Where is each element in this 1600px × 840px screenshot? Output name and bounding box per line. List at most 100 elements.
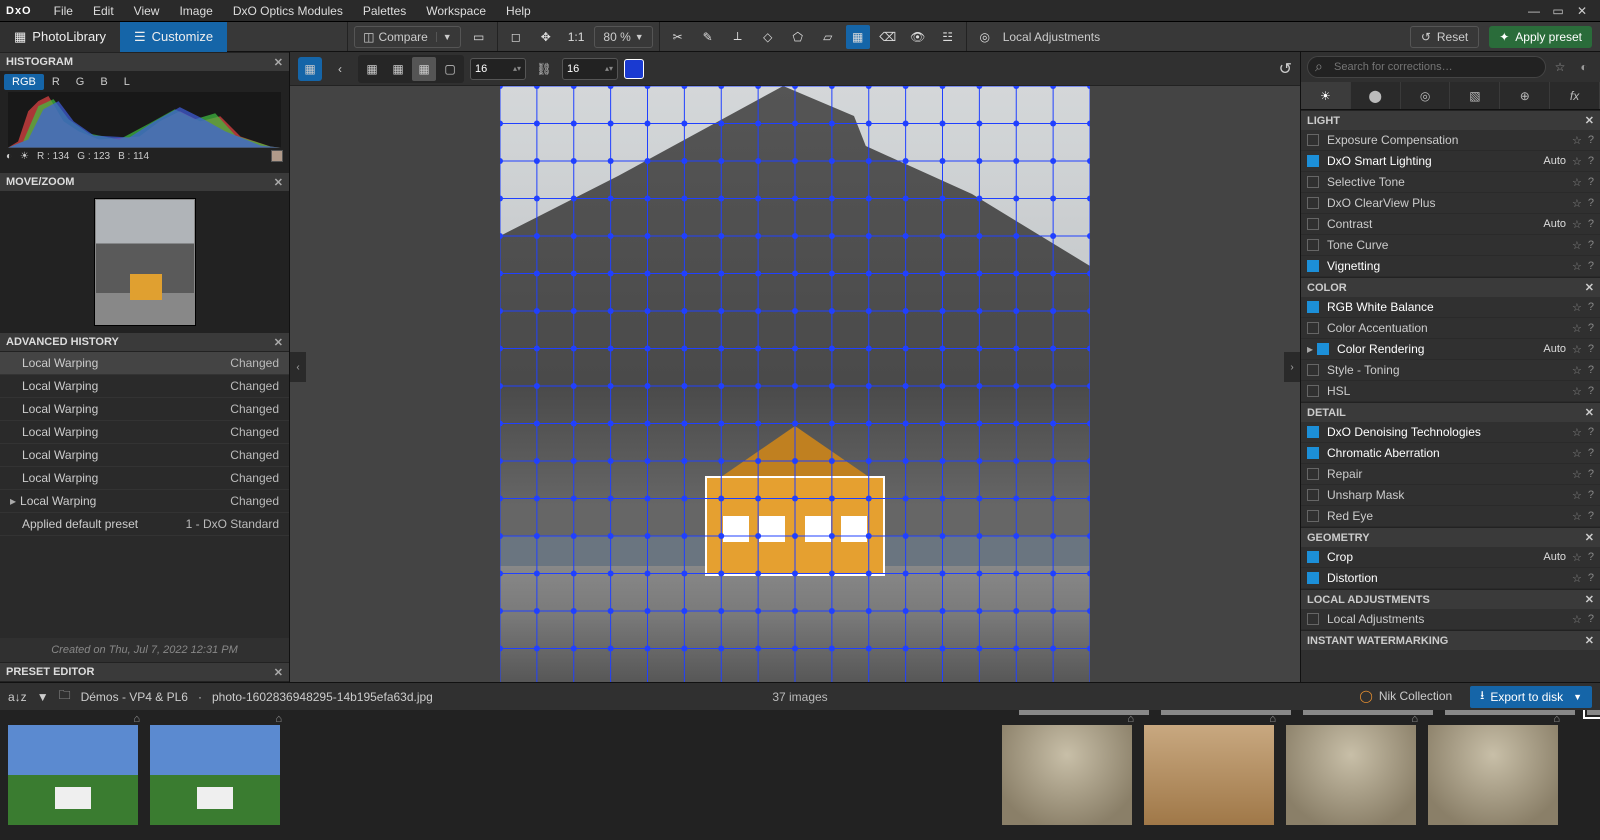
cat-color-icon[interactable]: ⬤ [1351, 82, 1401, 109]
help-icon[interactable]: ? [1588, 385, 1594, 397]
grid-2x2[interactable]: ▦ [360, 57, 384, 81]
active-filter-icon[interactable]: ◐ [1574, 60, 1594, 74]
enable-checkbox[interactable] [1307, 322, 1319, 334]
keystone-rect-tool[interactable]: ▱ [816, 25, 840, 49]
favorite-icon[interactable]: ☆ [1572, 468, 1582, 481]
section-header[interactable]: LOCAL ADJUSTMENTS✕ [1301, 589, 1600, 609]
correction-item[interactable]: Tone Curve☆? [1301, 235, 1600, 256]
menu-view[interactable]: View [124, 4, 170, 18]
enable-checkbox[interactable] [1307, 510, 1319, 522]
history-row[interactable]: Local WarpingChanged [0, 490, 289, 513]
close-icon[interactable]: ✕ [274, 56, 283, 69]
favorite-icon[interactable]: ☆ [1572, 260, 1582, 273]
enable-checkbox[interactable] [1307, 385, 1319, 397]
correction-item[interactable]: Chromatic Aberration☆? [1301, 443, 1600, 464]
favorite-icon[interactable]: ☆ [1572, 176, 1582, 189]
history-row[interactable]: Local WarpingChanged [0, 398, 289, 421]
enable-checkbox[interactable] [1307, 155, 1319, 167]
link-icon[interactable]: ⛓ [532, 57, 556, 81]
filmstrip[interactable]: ⌂⌂⌂⌂⌂⌂⌂⌂⌂⌂⌂ [0, 710, 1600, 840]
history-row[interactable]: Local WarpingChanged [0, 421, 289, 444]
grid-color-swatch[interactable] [624, 59, 644, 79]
help-icon[interactable]: ? [1588, 134, 1594, 146]
favorite-icon[interactable]: ☆ [1572, 134, 1582, 147]
eyedropper-tool[interactable]: ✎ [696, 25, 720, 49]
favorite-icon[interactable]: ☆ [1572, 385, 1582, 398]
enable-checkbox[interactable] [1307, 218, 1319, 230]
keystone-8pt-tool[interactable]: ⬠ [786, 25, 810, 49]
close-icon[interactable]: ✕ [274, 336, 283, 349]
hist-tab-r[interactable]: R [44, 74, 68, 90]
help-icon[interactable]: ? [1588, 468, 1594, 480]
close-icon[interactable]: ✕ [274, 666, 283, 679]
enable-checkbox[interactable] [1317, 343, 1329, 355]
perspective-tool[interactable]: ◇ [756, 25, 780, 49]
single-view-button[interactable]: ▭ [467, 25, 491, 49]
move-tool-button[interactable]: ✥ [534, 25, 558, 49]
cat-fx-icon[interactable]: fx [1550, 82, 1600, 109]
window-minimize[interactable]: — [1522, 4, 1546, 18]
help-icon[interactable]: ? [1588, 260, 1594, 272]
enable-checkbox[interactable] [1307, 176, 1319, 188]
enable-checkbox[interactable] [1307, 364, 1319, 376]
favorite-icon[interactable]: ☆ [1572, 239, 1582, 252]
left-panel-toggle[interactable]: ‹ [290, 352, 306, 382]
cat-detail-icon[interactable]: ◎ [1401, 82, 1451, 109]
enable-checkbox[interactable] [1307, 426, 1319, 438]
correction-item[interactable]: Repair☆? [1301, 464, 1600, 485]
grid-cols-input[interactable]: 16▴▾ [470, 58, 526, 80]
reset-button[interactable]: ↺ Reset [1410, 26, 1479, 48]
enable-checkbox[interactable] [1307, 613, 1319, 625]
help-icon[interactable]: ? [1588, 426, 1594, 438]
grid-toggle[interactable]: ☳ [936, 25, 960, 49]
right-panel-toggle[interactable]: › [1284, 352, 1300, 382]
favorite-icon[interactable]: ☆ [1572, 447, 1582, 460]
fit-button[interactable]: ◻ [504, 25, 528, 49]
help-icon[interactable]: ? [1588, 218, 1594, 230]
correction-item[interactable]: Color RenderingAuto☆? [1301, 339, 1600, 360]
hist-tab-l[interactable]: L [116, 74, 138, 90]
menu-file[interactable]: File [44, 4, 83, 18]
correction-item[interactable]: Red Eye☆? [1301, 506, 1600, 527]
image-viewer[interactable] [290, 86, 1300, 682]
apply-preset-button[interactable]: ✦ Apply preset [1489, 26, 1592, 48]
favorite-icon[interactable]: ☆ [1572, 197, 1582, 210]
preset-editor-header[interactable]: PRESET EDITOR ✕ [0, 662, 289, 682]
history-row[interactable]: Local WarpingChanged [0, 352, 289, 375]
favorite-icon[interactable]: ☆ [1572, 343, 1582, 356]
help-icon[interactable]: ? [1588, 301, 1594, 313]
help-icon[interactable]: ? [1588, 364, 1594, 376]
favorite-icon[interactable]: ☆ [1572, 155, 1582, 168]
reshape-grid-overlay[interactable] [500, 86, 1090, 682]
shadow-clip-icon[interactable]: ◐ [6, 151, 12, 162]
filmstrip-thumb[interactable]: ⌂ [8, 725, 138, 825]
menu-palettes[interactable]: Palettes [353, 4, 416, 18]
filmstrip-thumb[interactable]: ⌂ [1428, 725, 1558, 825]
close-icon[interactable]: ✕ [1585, 634, 1594, 647]
crop-tool[interactable]: ✂ [666, 25, 690, 49]
filmstrip-thumb[interactable]: ⌂ [1002, 725, 1132, 825]
menu-help[interactable]: Help [496, 4, 541, 18]
filmstrip-thumb[interactable]: ⌂ [150, 725, 280, 825]
correction-item[interactable]: Selective Tone☆? [1301, 172, 1600, 193]
favorite-icon[interactable]: ☆ [1572, 364, 1582, 377]
histogram-header[interactable]: HISTOGRAM ✕ [0, 52, 289, 72]
hist-tab-b[interactable]: B [92, 74, 115, 90]
local-adjust-label[interactable]: Local Adjustments [1003, 30, 1108, 44]
enable-checkbox[interactable] [1307, 239, 1319, 251]
correction-item[interactable]: RGB White Balance☆? [1301, 297, 1600, 318]
compare-button[interactable]: ◫ Compare ▼ [354, 26, 461, 48]
correction-item[interactable]: DxO ClearView Plus☆? [1301, 193, 1600, 214]
correction-item[interactable]: DxO Denoising Technologies☆? [1301, 422, 1600, 443]
section-header[interactable]: COLOR✕ [1301, 277, 1600, 297]
cat-light-icon[interactable]: ☀ [1301, 82, 1351, 109]
enable-checkbox[interactable] [1307, 572, 1319, 584]
window-close[interactable]: ✕ [1570, 4, 1594, 18]
help-icon[interactable]: ? [1588, 343, 1594, 355]
close-icon[interactable]: ✕ [274, 176, 283, 189]
correction-item[interactable]: HSL☆? [1301, 381, 1600, 402]
preview-tool[interactable]: 👁 [906, 25, 930, 49]
grid-rows-input[interactable]: 16▴▾ [562, 58, 618, 80]
search-input[interactable] [1307, 56, 1546, 78]
section-header[interactable]: GEOMETRY✕ [1301, 527, 1600, 547]
